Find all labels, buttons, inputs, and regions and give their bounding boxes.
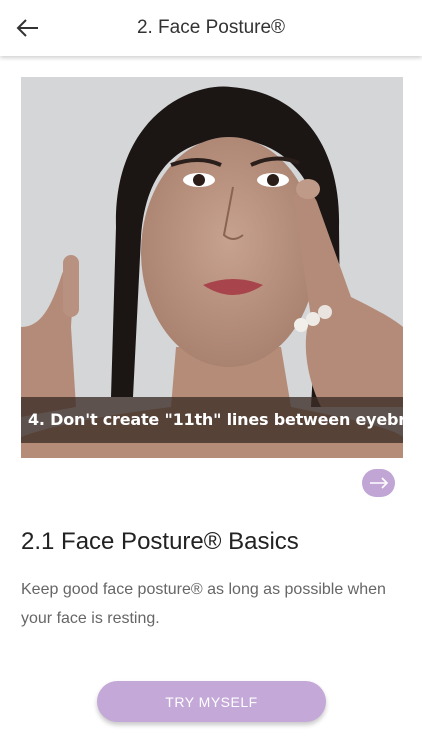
video-caption: 4. Don't create "11th" lines between eye…: [21, 397, 403, 443]
section-heading: 2.1 Face Posture® Basics: [21, 528, 299, 555]
try-myself-button[interactable]: TRY MYSELF: [97, 681, 326, 722]
top-bar: 2. Face Posture®: [0, 0, 422, 56]
next-button[interactable]: [362, 469, 395, 497]
page-title: 2. Face Posture®: [136, 17, 286, 38]
lesson-video[interactable]: 4. Don't create "11th" lines between eye…: [21, 77, 403, 458]
section-body: Keep good face posture® as long as possi…: [21, 581, 386, 627]
arrow-right-icon: [369, 477, 388, 489]
